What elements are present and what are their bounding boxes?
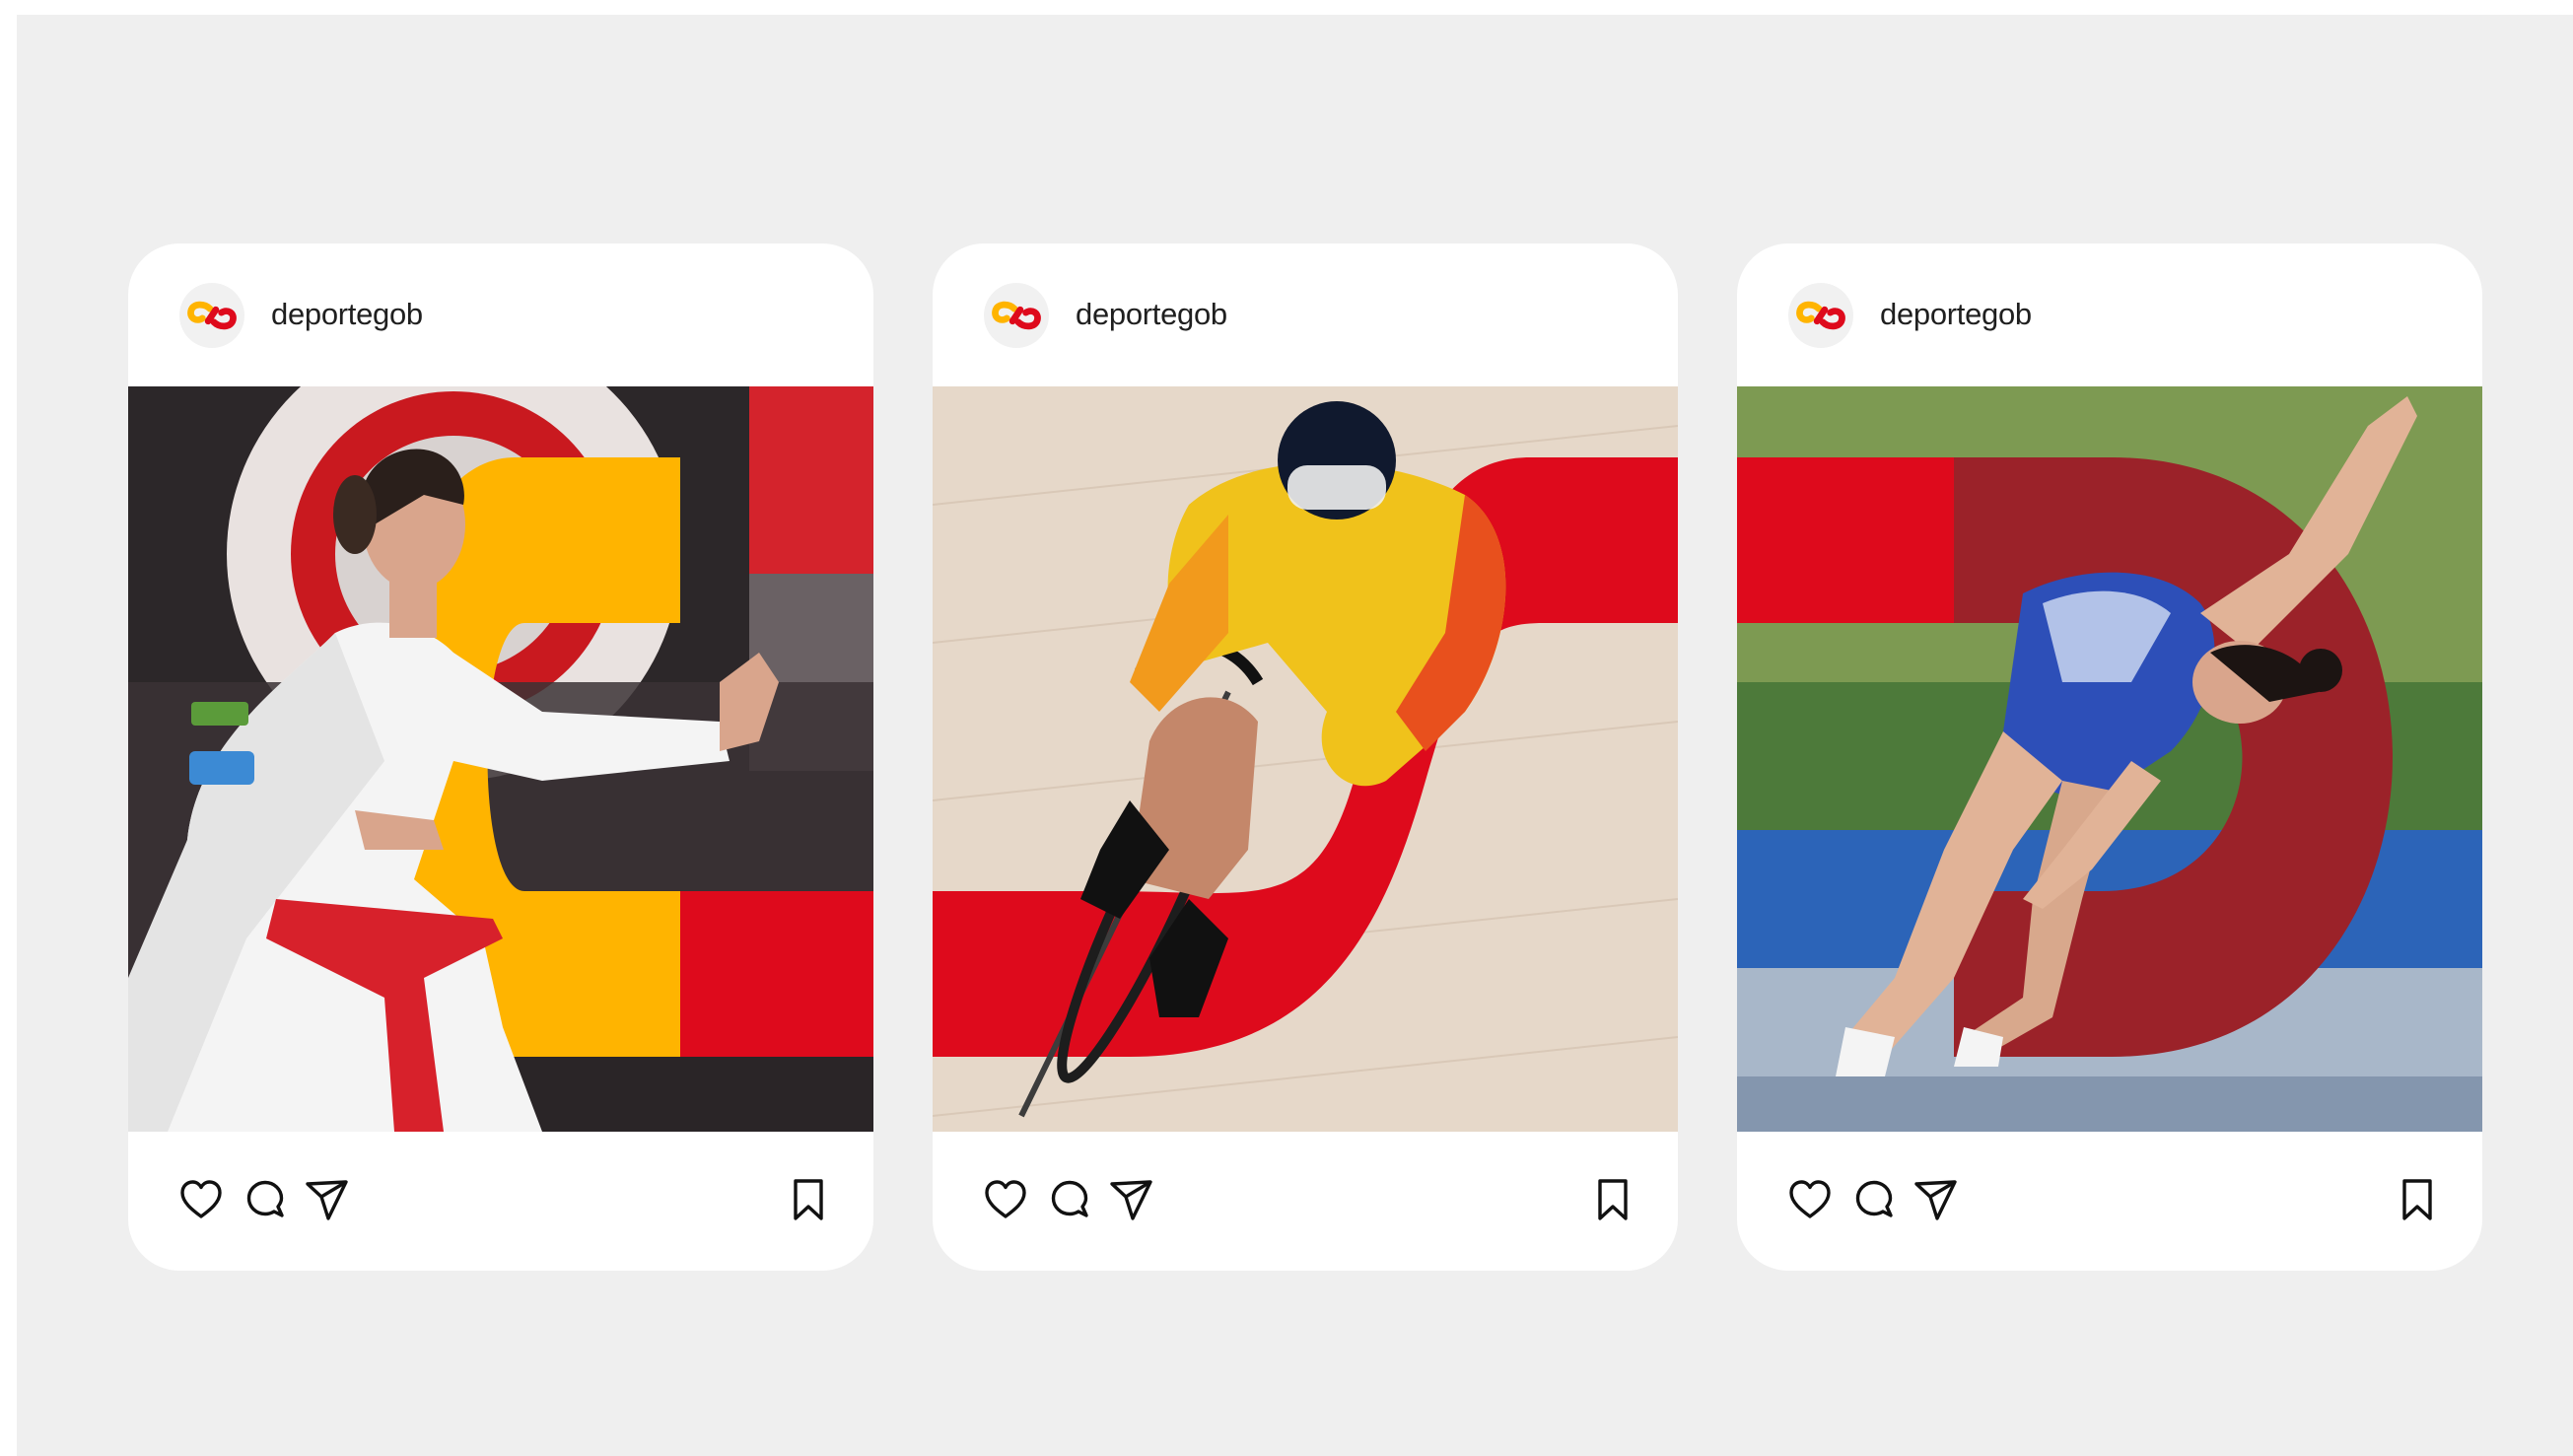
post-header: deportegob: [933, 243, 1678, 386]
save-button[interactable]: [1589, 1176, 1636, 1223]
like-button[interactable]: [982, 1176, 1029, 1223]
comment-button[interactable]: [1850, 1176, 1898, 1223]
like-button[interactable]: [1786, 1176, 1834, 1223]
post-username[interactable]: deportegob: [1880, 295, 2032, 334]
comment-icon: [1046, 1176, 1093, 1223]
post-header: deportegob: [1737, 243, 2482, 386]
comment-icon: [1850, 1176, 1898, 1223]
post-card-2: deportegob: [933, 243, 1678, 1271]
comment-button[interactable]: [1046, 1176, 1093, 1223]
post-header: deportegob: [128, 243, 873, 386]
share-button[interactable]: [1912, 1176, 1960, 1223]
canvas-background: deportegob deportegob deportegob: [17, 15, 2573, 1456]
share-icon: [1912, 1176, 1960, 1223]
post-actions: [128, 1132, 873, 1271]
like-button[interactable]: [177, 1176, 225, 1223]
bookmark-icon: [2394, 1176, 2441, 1223]
post-actions: [1737, 1132, 2482, 1271]
post-image: [933, 386, 1678, 1132]
save-button[interactable]: [2394, 1176, 2441, 1223]
heart-icon: [1786, 1176, 1834, 1223]
share-icon: [1108, 1176, 1155, 1223]
comment-button[interactable]: [242, 1176, 289, 1223]
share-button[interactable]: [1108, 1176, 1155, 1223]
deportegob-logo-icon: [185, 300, 239, 331]
share-icon: [304, 1176, 351, 1223]
post-username[interactable]: deportegob: [1076, 295, 1227, 334]
post-actions: [933, 1132, 1678, 1271]
avatar[interactable]: [984, 283, 1049, 348]
post-card-3: deportegob: [1737, 243, 2482, 1271]
post-username[interactable]: deportegob: [271, 295, 423, 334]
bookmark-icon: [785, 1176, 832, 1223]
post-image: [1737, 386, 2482, 1132]
post-image: [128, 386, 873, 1132]
share-button[interactable]: [304, 1176, 351, 1223]
deportegob-logo-icon: [1794, 300, 1847, 331]
heart-icon: [177, 1176, 225, 1223]
post-card-1: deportegob: [128, 243, 873, 1271]
heart-icon: [982, 1176, 1029, 1223]
track-cyclist-photo-icon: [933, 386, 1678, 1132]
save-button[interactable]: [785, 1176, 832, 1223]
bookmark-icon: [1589, 1176, 1636, 1223]
avatar[interactable]: [1788, 283, 1853, 348]
karate-athlete-photo-icon: [128, 386, 873, 1132]
deportegob-logo-icon: [990, 300, 1043, 331]
avatar[interactable]: [179, 283, 244, 348]
trampoline-gymnast-photo-icon: [1737, 386, 2482, 1132]
comment-icon: [242, 1176, 289, 1223]
